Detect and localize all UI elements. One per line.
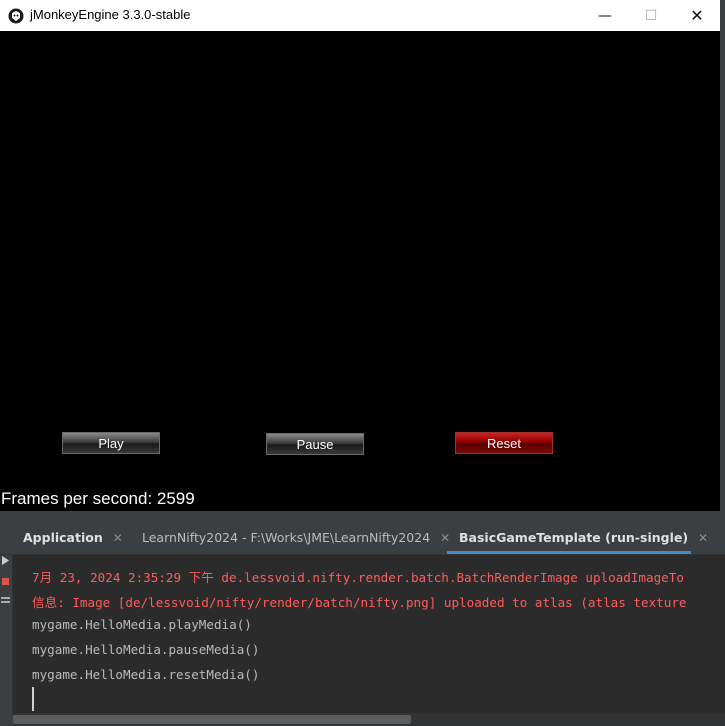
console-line: mygame.HelloMedia.playMedia() <box>32 617 252 632</box>
jmonkey-app-icon <box>8 8 24 24</box>
tab-label: BasicGameTemplate (run-single) <box>459 530 689 545</box>
text-caret <box>32 687 34 711</box>
rerun-icon[interactable] <box>1 556 10 565</box>
scrollbar-thumb[interactable] <box>13 715 411 724</box>
close-icon[interactable]: ✕ <box>674 0 720 31</box>
output-console[interactable]: 7月 23, 2024 2:35:29 下午 de.lessvoid.nifty… <box>13 555 725 713</box>
close-icon[interactable]: ✕ <box>698 531 708 545</box>
pause-button[interactable]: Pause <box>266 433 364 455</box>
window-title: jMonkeyEngine 3.3.0-stable <box>30 7 191 22</box>
tab-basicgametemplate[interactable]: BasicGameTemplate (run-single) ✕ <box>447 524 708 554</box>
horizontal-scrollbar[interactable] <box>13 713 725 726</box>
wrap-icon[interactable] <box>1 597 10 606</box>
console-line: mygame.HelloMedia.pauseMedia() <box>32 642 260 657</box>
console-line: 7月 23, 2024 2:35:29 下午 de.lessvoid.nifty… <box>32 570 684 585</box>
console-line: mygame.HelloMedia.resetMedia() <box>32 667 260 682</box>
play-button[interactable]: Play <box>62 432 160 454</box>
game-render-area[interactable]: Play Pause Reset Frames per second: 2599 <box>0 31 720 511</box>
maximize-icon[interactable]: ☐ <box>628 0 674 31</box>
reset-button[interactable]: Reset <box>455 432 553 454</box>
output-toolbar <box>0 555 13 715</box>
fps-counter: Frames per second: 2599 <box>1 489 195 508</box>
stop-icon[interactable] <box>1 577 10 586</box>
tab-label: Application <box>23 530 103 545</box>
close-icon[interactable]: ✕ <box>113 531 123 545</box>
minimize-icon[interactable]: — <box>582 0 628 31</box>
tab-learnnifty[interactable]: LearnNifty2024 - F:\Works\JME\LearnNifty… <box>142 524 450 554</box>
ide-editor-tab-strip <box>0 510 725 525</box>
tab-application[interactable]: Application ✕ <box>23 524 123 554</box>
window-titlebar[interactable]: jMonkeyEngine 3.3.0-stable — ☐ ✕ <box>0 0 720 31</box>
console-line: 信息: Image [de/lessvoid/nifty/render/batc… <box>32 595 687 610</box>
jme-game-window: jMonkeyEngine 3.3.0-stable — ☐ ✕ Play Pa… <box>0 0 720 511</box>
output-tab-bar: Application ✕ LearnNifty2024 - F:\Works\J… <box>0 524 725 555</box>
tab-label: LearnNifty2024 - F:\Works\JME\LearnNifty… <box>142 530 431 545</box>
